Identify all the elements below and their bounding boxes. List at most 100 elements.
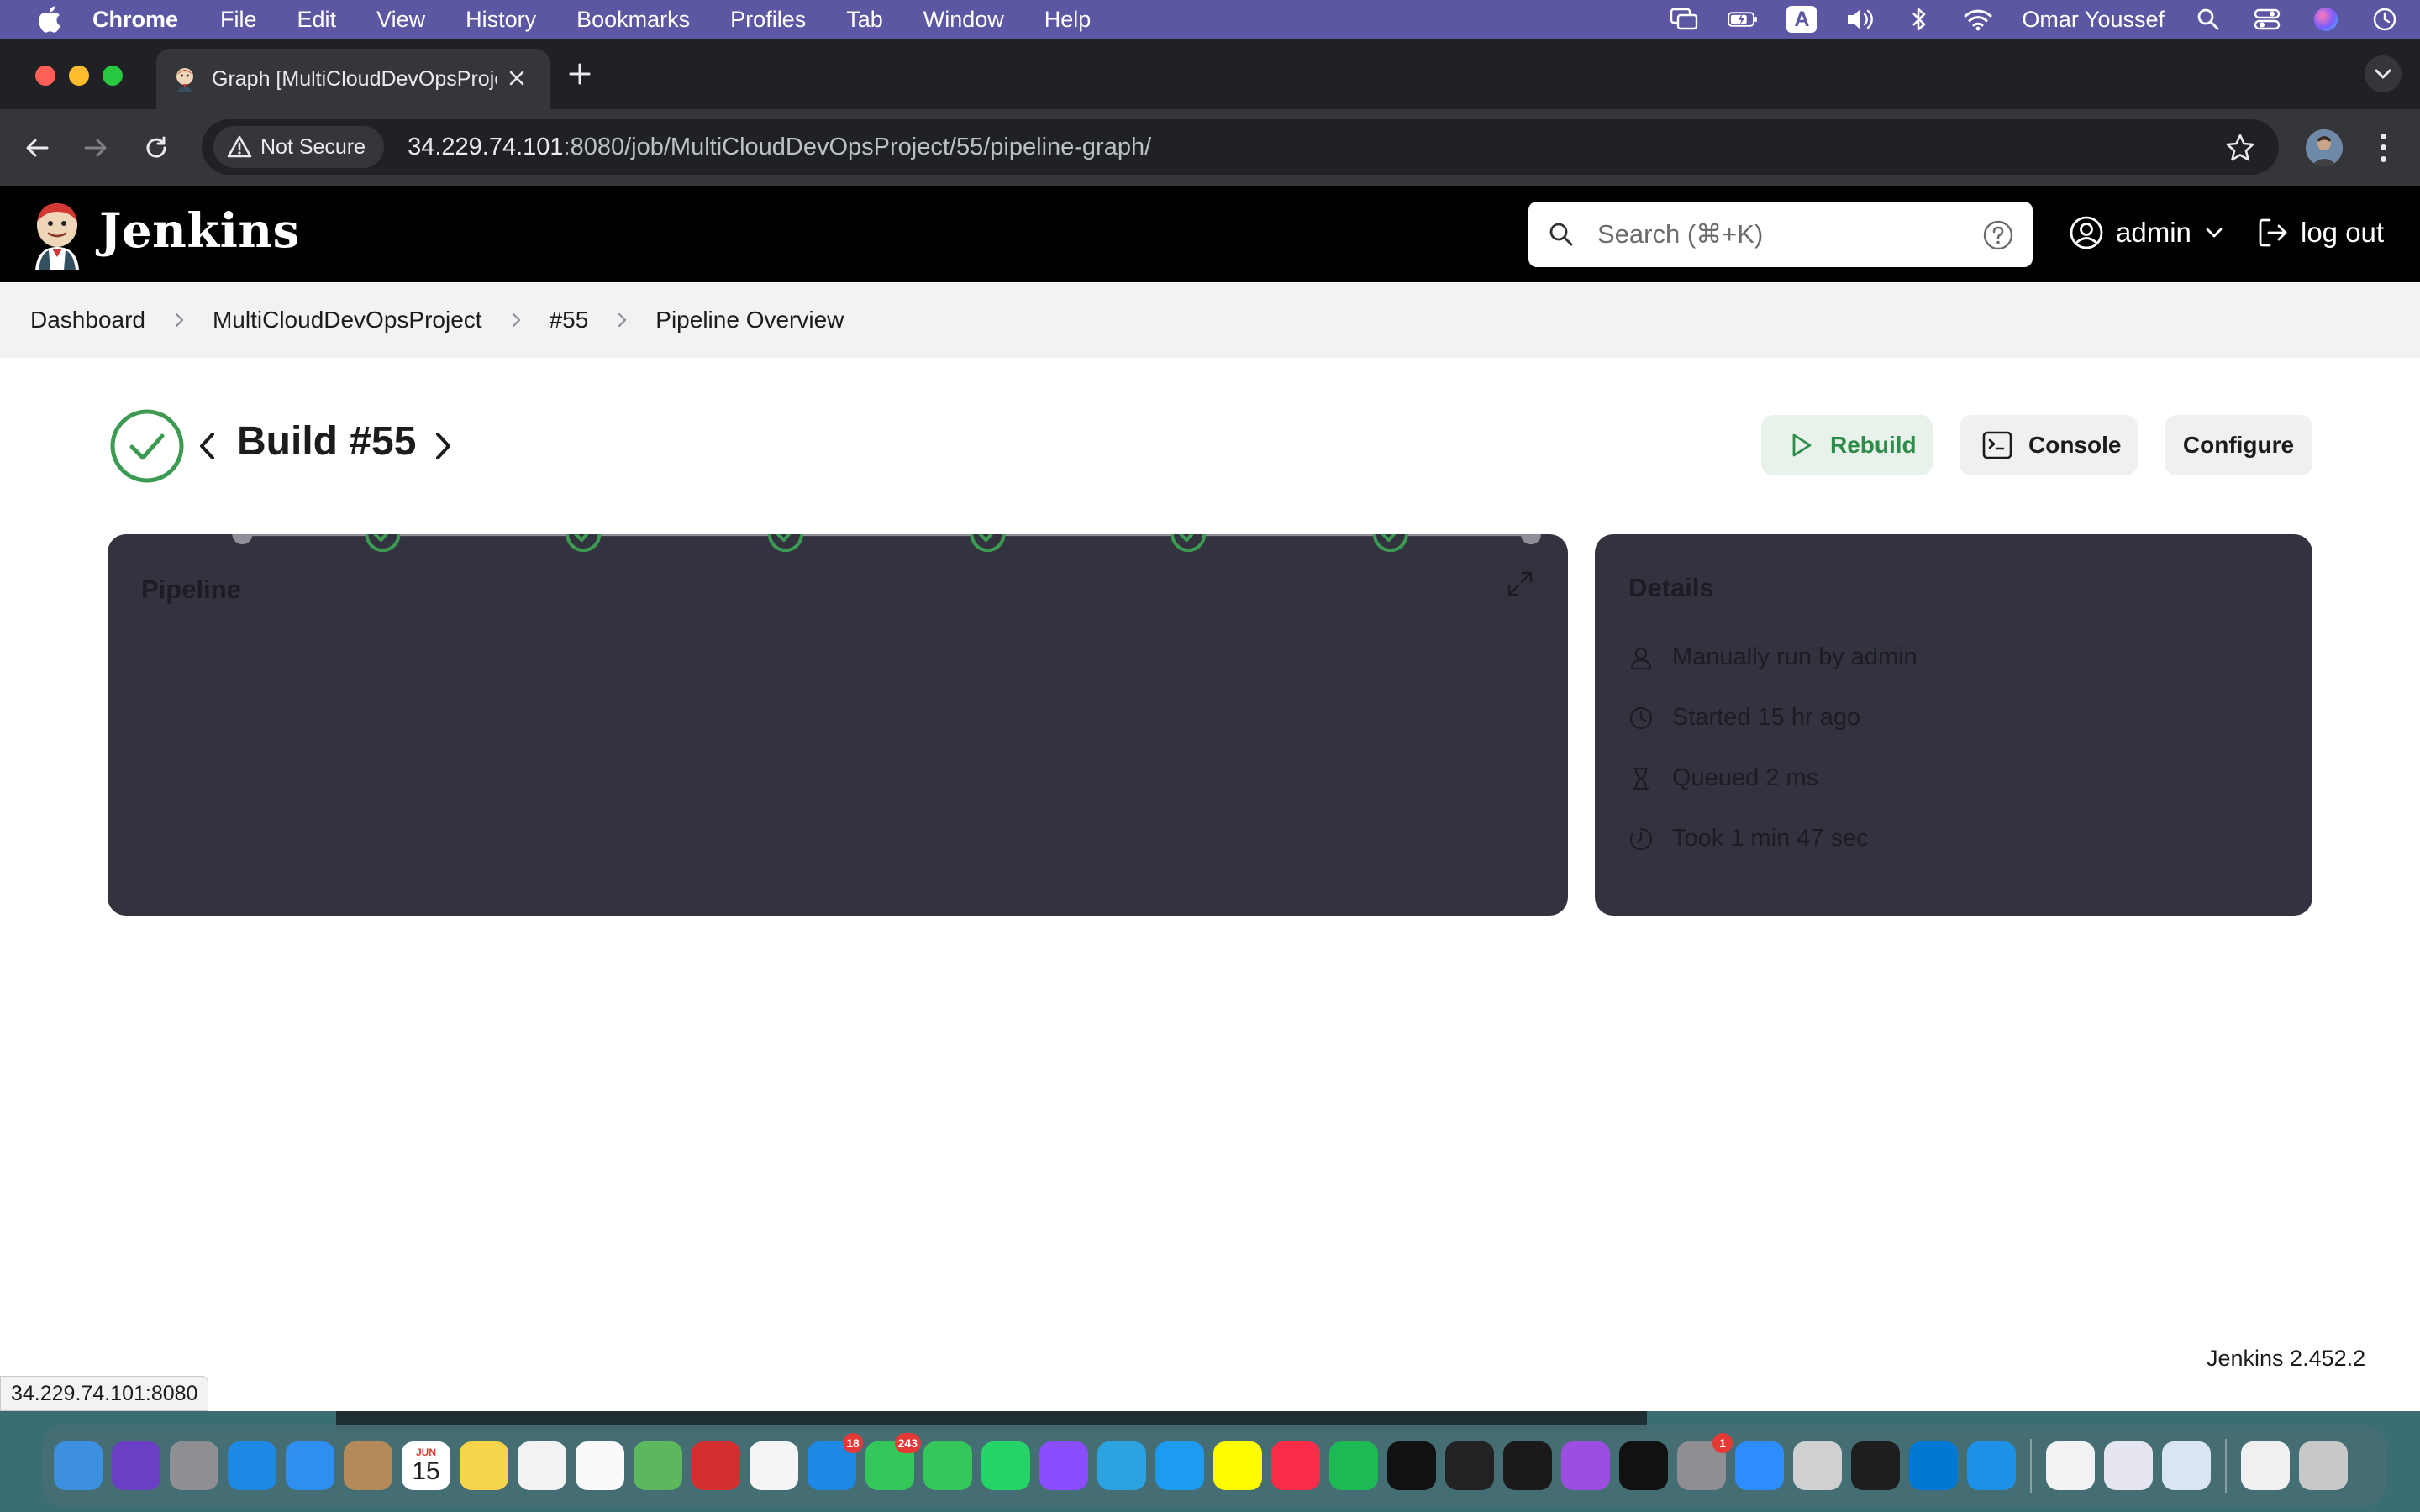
menubar-user-name[interactable]: Omar Youssef [2022,7,2165,33]
expand-icon[interactable] [1506,570,1534,598]
menu-bookmarks[interactable]: Bookmarks [576,7,690,33]
configure-button[interactable]: Configure [2165,415,2312,475]
volume-icon[interactable] [1845,6,1876,33]
wifi-icon[interactable] [1963,6,1993,33]
photo-booth-icon[interactable] [692,1441,740,1490]
breadcrumb-build[interactable]: #55 [550,307,589,333]
messenger-icon[interactable] [1039,1441,1088,1490]
chrome-menu-icon[interactable] [2368,131,2398,165]
spotlight-icon[interactable] [2193,6,2223,33]
pipeline-stage-4[interactable]: SonarQube Ana... [689,534,883,553]
messages-icon[interactable]: 243 [865,1433,921,1490]
reminders-icon[interactable] [576,1441,624,1490]
siri-menubar-icon[interactable] [2311,6,2341,33]
calendar-icon[interactable]: JUN 15 [402,1441,450,1490]
pipeline-stage-2[interactable]: Checkout SCM [301,534,466,553]
photos-icon[interactable] [750,1441,798,1490]
pipeline-stage-3[interactable]: Build [556,534,611,553]
music-icon[interactable] [1271,1441,1320,1490]
activity-icon[interactable] [1387,1441,1436,1490]
podcasts-icon[interactable] [1561,1441,1610,1490]
finder-icon[interactable] [54,1441,103,1490]
preview-icon[interactable] [2162,1441,2211,1490]
forward-button[interactable] [77,129,114,166]
contacts-icon[interactable] [344,1441,392,1490]
new-tab-button[interactable] [563,57,597,91]
back-button[interactable] [18,129,55,166]
reload-button[interactable] [138,129,175,166]
safari-icon[interactable] [228,1441,276,1490]
spotify-icon[interactable] [1329,1441,1378,1490]
system-settings-icon[interactable]: 1 [1677,1433,1733,1490]
terminal-icon[interactable] [1851,1441,1900,1490]
telegram-icon[interactable] [1097,1441,1146,1490]
menu-help[interactable]: Help [1044,7,1092,33]
parallels-icon[interactable] [1793,1441,1842,1490]
chrome-icon[interactable] [2046,1441,2095,1490]
apple-icon[interactable] [30,1,67,38]
maps-icon[interactable] [634,1441,682,1490]
window-close-button[interactable] [35,66,55,86]
rebuild-button[interactable]: Rebuild [1761,415,1933,475]
menu-window[interactable]: Window [923,7,1004,33]
vscode-icon[interactable] [1909,1441,1958,1490]
profile-avatar[interactable] [2306,129,2343,166]
bookmark-star-icon[interactable] [2225,133,2255,163]
search-input[interactable] [1597,219,1950,249]
console-button[interactable]: Console [1960,415,2138,475]
menu-file[interactable]: File [220,7,257,33]
bluetooth-icon[interactable] [1904,6,1934,33]
pipeline-stage-5[interactable]: Build and Push ... [892,534,1083,553]
address-bar[interactable]: Not Secure 34.229.74.101:8080/job/MultiC… [202,119,2279,175]
facetime-icon[interactable] [923,1441,972,1490]
previous-build-chevron-icon[interactable] [195,428,220,464]
menu-history[interactable]: History [466,7,536,33]
zoom-icon[interactable] [1735,1441,1784,1490]
docker-icon[interactable] [1967,1441,2016,1490]
not-secure-chip[interactable]: Not Secure [213,126,385,168]
apple-tv-icon[interactable] [1619,1441,1668,1490]
jenkins-version-link[interactable]: Jenkins 2.452.2 [2207,1346,2365,1372]
deezer-icon[interactable] [1445,1441,1494,1490]
battery-icon[interactable] [1728,6,1758,33]
bbedit-icon[interactable] [2104,1441,2153,1490]
whatsapp-icon[interactable] [981,1441,1030,1490]
screen-time-icon[interactable] [2370,6,2400,33]
notes-icon[interactable] [460,1441,508,1490]
menu-edit[interactable]: Edit [297,7,337,33]
menu-app-chrome[interactable]: Chrome [92,7,178,33]
launchpad-icon[interactable] [170,1441,218,1490]
url-text[interactable]: 34.229.74.101:8080/job/MultiCloudDevOpsP… [408,134,1151,161]
tab-search-chevron-icon[interactable] [2365,55,2402,92]
app-store-icon[interactable]: 18 [808,1433,863,1490]
siri-icon[interactable] [112,1441,160,1490]
jenkins-title[interactable]: Jenkins [99,203,300,259]
user-menu-button[interactable]: admin [2069,215,2225,250]
window-minimize-button[interactable] [69,66,89,86]
tab-close-icon[interactable] [502,64,531,92]
logout-button[interactable]: log out [2255,215,2384,250]
freeform-icon[interactable] [518,1441,566,1490]
control-center-icon[interactable] [2252,6,2282,33]
next-build-chevron-icon[interactable] [430,428,455,464]
twitter-icon[interactable] [1155,1441,1204,1490]
jenkins-logo-icon[interactable] [30,200,84,270]
breadcrumb-project[interactable]: MultiCloudDevOpsProject [213,307,482,333]
input-source-icon[interactable]: A [1786,6,1818,33]
menu-tab[interactable]: Tab [846,7,883,33]
pipeline-stage-7[interactable]: Post Actions [1323,534,1458,553]
tab-active[interactable]: Graph [MultiCloudDevOpsProject] [156,49,550,109]
window-zoom-button[interactable] [103,66,123,86]
screen-mirroring-icon[interactable] [1669,6,1699,33]
menu-profiles[interactable]: Profiles [730,7,806,33]
voice-memos-icon[interactable] [1503,1441,1552,1490]
breadcrumb-dashboard[interactable]: Dashboard [30,307,145,333]
menu-view[interactable]: View [376,7,425,33]
mail-icon[interactable] [286,1441,334,1490]
trash-icon[interactable] [2299,1441,2348,1490]
snapchat-icon[interactable] [1213,1441,1262,1490]
help-icon[interactable] [1982,219,2014,251]
pipeline-stage-6[interactable]: Deploy to Open... [1093,534,1283,553]
downloads-stack-icon[interactable] [2241,1441,2290,1490]
jenkins-search-box[interactable] [1528,202,2033,267]
